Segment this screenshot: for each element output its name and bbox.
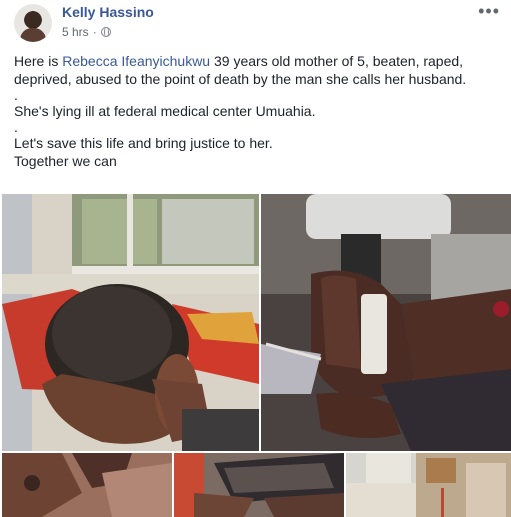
photo-1-graphic — [2, 194, 259, 451]
post-line-4: Together we can — [14, 153, 117, 169]
post-dot-1: . — [14, 87, 18, 103]
post-header: Kelly Hassino 5 hrs · ••• — [12, 2, 502, 44]
photo-5[interactable] — [346, 453, 511, 517]
photo-5-graphic — [346, 453, 511, 517]
author-name[interactable]: Kelly Hassino — [62, 4, 154, 20]
globe-icon[interactable] — [100, 27, 111, 37]
post-dot-2: . — [14, 119, 18, 135]
photo-2[interactable] — [261, 194, 511, 451]
author-avatar[interactable] — [14, 4, 52, 42]
mention-link[interactable]: Rebecca Ifeanyichukwu — [62, 53, 210, 69]
post-line-2: She's lying ill at federal medical cente… — [14, 103, 316, 119]
post-line-1: Here is Rebecca Ifeanyichukwu 39 years o… — [14, 52, 499, 88]
post-line-3: Let's save this life and bring justice t… — [14, 135, 273, 151]
photo-4[interactable] — [174, 453, 344, 517]
post-timestamp[interactable]: 5 hrs — [62, 25, 89, 39]
avatar-figure — [20, 28, 46, 42]
post-body: Here is Rebecca Ifeanyichukwu 39 years o… — [14, 52, 499, 170]
photo-3-graphic — [2, 453, 172, 517]
post-line-1-start: Here is — [14, 53, 63, 69]
photo-4-graphic — [174, 453, 344, 517]
post-meta: 5 hrs · — [62, 25, 111, 39]
meta-separator: · — [92, 25, 97, 39]
photo-2-graphic — [261, 194, 511, 451]
photo-1[interactable] — [2, 194, 259, 451]
photo-3[interactable] — [2, 453, 172, 517]
more-options-icon[interactable]: ••• — [478, 2, 500, 20]
